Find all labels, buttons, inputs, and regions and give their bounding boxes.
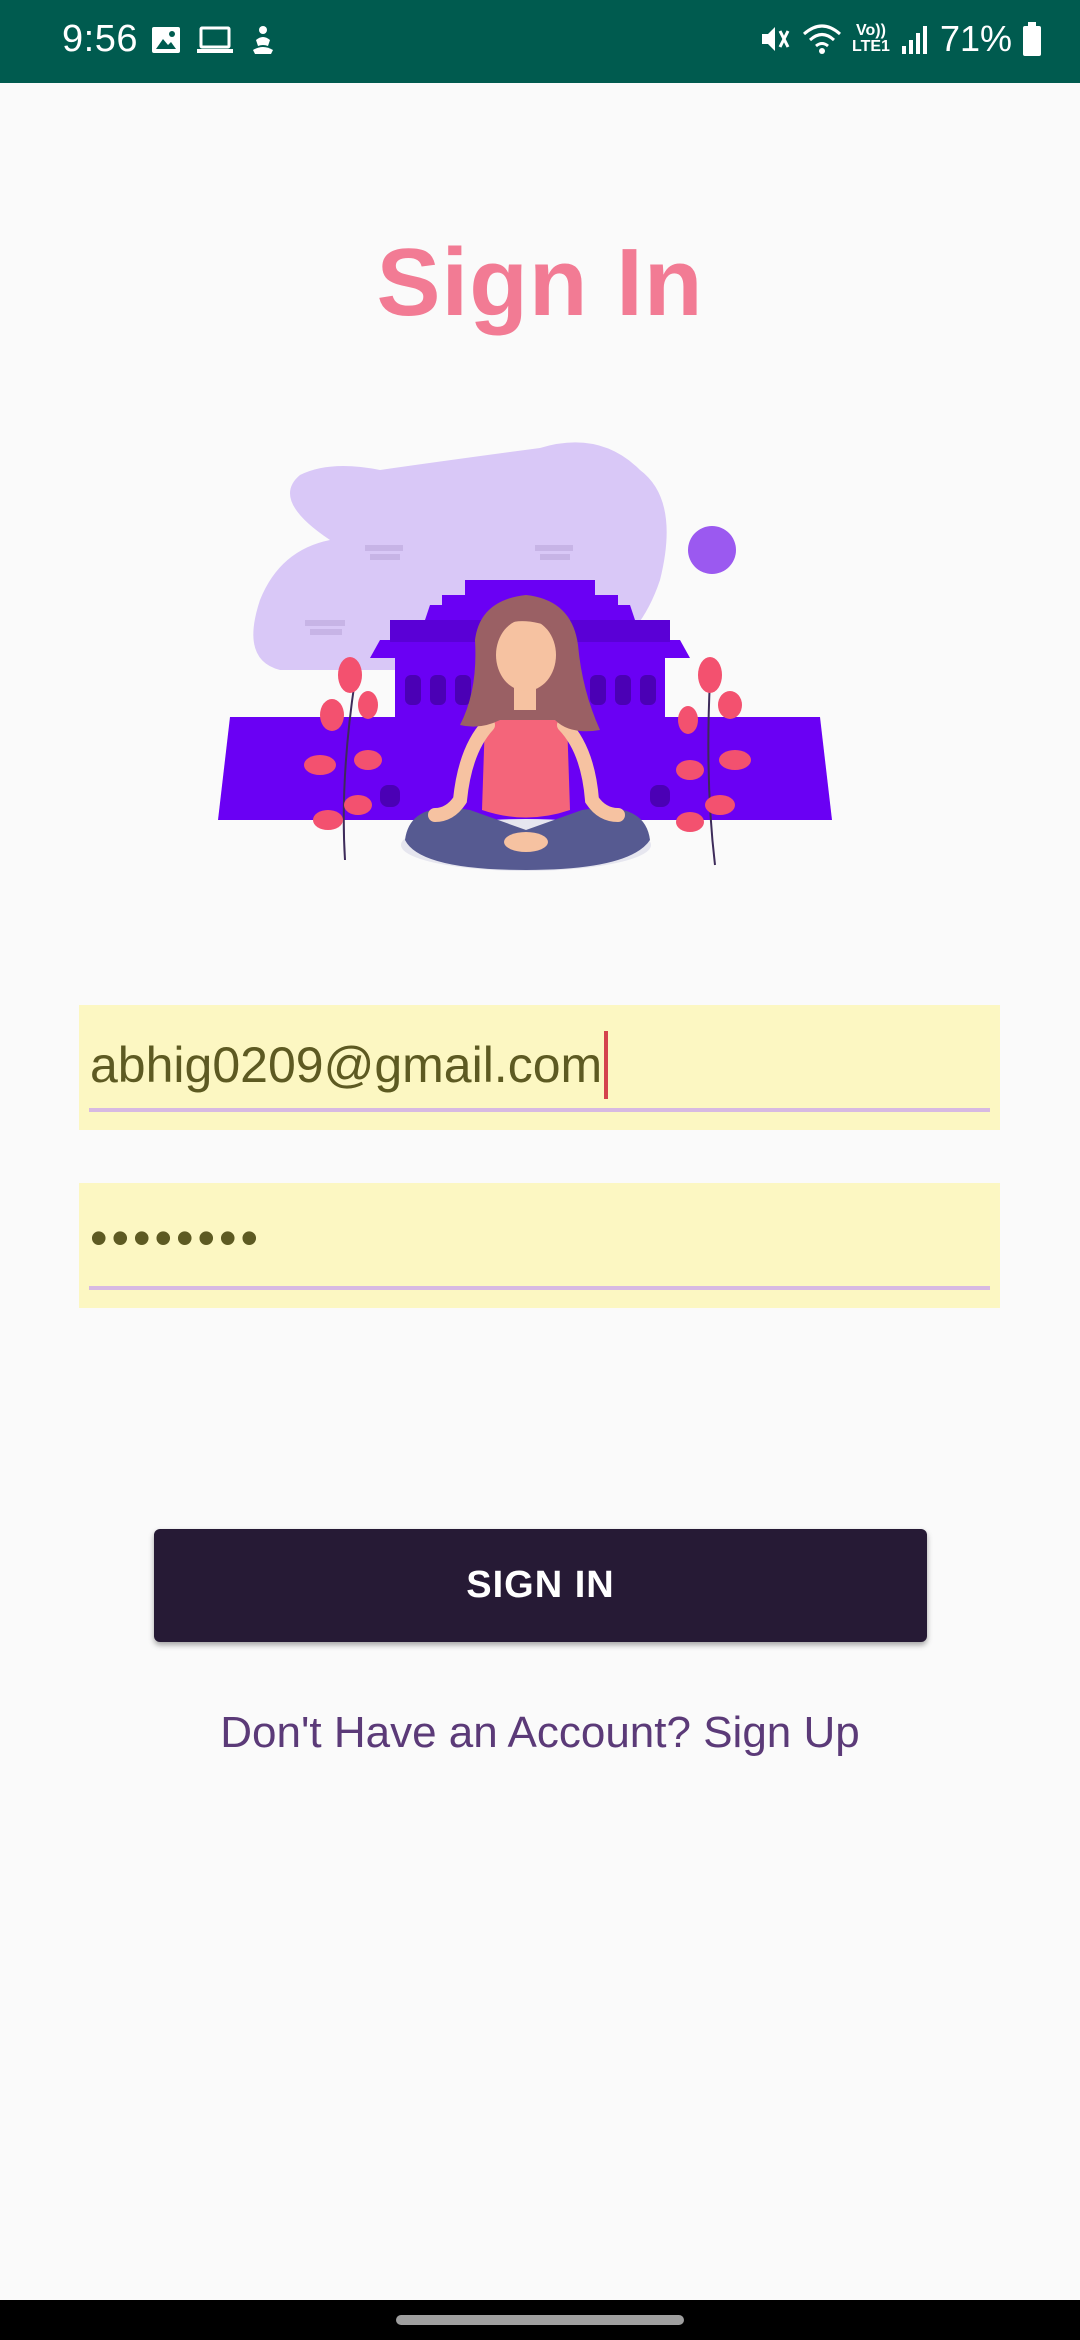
home-gesture-handle[interactable] bbox=[396, 2315, 684, 2325]
email-input-text[interactable]: abhig0209@gmail.com bbox=[90, 1031, 609, 1103]
status-left-icons bbox=[150, 24, 278, 56]
volte-icon: Vo)) LTE1 bbox=[852, 23, 890, 55]
status-bar: 9:56 Vo)) LTE1 71% bbox=[0, 0, 1080, 83]
image-icon bbox=[152, 27, 180, 53]
laptop-icon bbox=[197, 26, 233, 53]
password-underline bbox=[89, 1286, 990, 1290]
volte-line1: Vo)) bbox=[856, 22, 886, 39]
battery-icon bbox=[1023, 22, 1041, 56]
app-notification-icon bbox=[253, 26, 273, 54]
password-field[interactable]: •••••••• bbox=[79, 1183, 1000, 1308]
sign-up-link[interactable]: Don't Have an Account? Sign Up bbox=[0, 1708, 1080, 1758]
status-time: 9:56 bbox=[62, 18, 138, 60]
email-field[interactable]: abhig0209@gmail.com bbox=[79, 1005, 1000, 1130]
email-value: abhig0209@gmail.com bbox=[90, 1037, 603, 1094]
wifi-icon bbox=[803, 24, 841, 54]
sign-in-button[interactable]: SIGN IN bbox=[154, 1529, 927, 1642]
signal-icon bbox=[901, 26, 927, 54]
battery-percentage: 71% bbox=[939, 18, 1012, 59]
volte-line2: LTE1 bbox=[852, 38, 890, 55]
status-right-icons: Vo)) LTE1 71% bbox=[758, 18, 1042, 60]
text-cursor bbox=[604, 1031, 609, 1099]
mute-icon bbox=[762, 27, 790, 51]
password-value[interactable]: •••••••• bbox=[90, 1209, 262, 1267]
navigation-bar bbox=[0, 2300, 1080, 2340]
page-title: Sign In bbox=[376, 229, 704, 336]
email-underline bbox=[89, 1108, 990, 1112]
meditation-illustration bbox=[218, 442, 832, 871]
